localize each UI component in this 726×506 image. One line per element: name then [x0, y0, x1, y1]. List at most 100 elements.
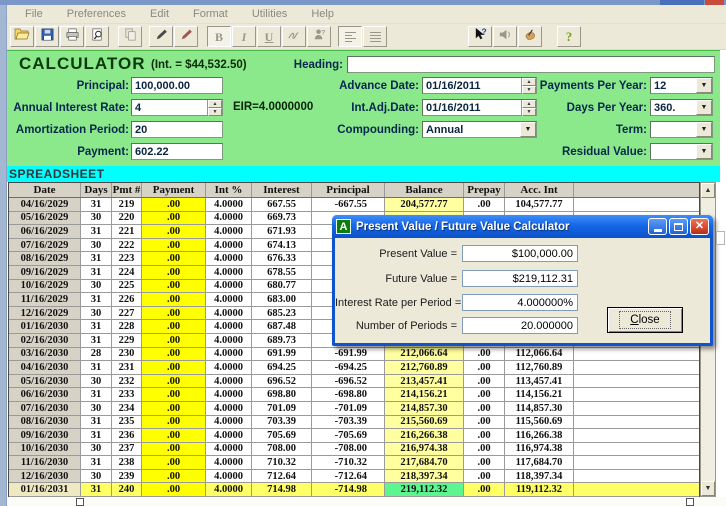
menu-item-preferences[interactable]: Preferences — [67, 8, 126, 20]
sign-hand-button[interactable] — [518, 26, 542, 47]
align-left-button[interactable] — [338, 26, 362, 47]
chevron-down-icon[interactable]: ▼ — [696, 100, 712, 115]
svg-text:?: ? — [481, 27, 486, 37]
user-help-button[interactable]: ? — [307, 26, 331, 47]
print-button[interactable] — [60, 26, 84, 47]
menu-item-edit[interactable]: Edit — [150, 8, 169, 20]
interest-rate-per-period-input[interactable] — [462, 294, 578, 311]
cell-principal: -701.09 — [312, 402, 385, 415]
chevron-down-icon[interactable]: ▼ — [696, 78, 712, 93]
term-dropdown[interactable]: ▼ — [650, 121, 713, 138]
menu-item-help[interactable]: Help — [311, 8, 334, 20]
minimize-button[interactable] — [648, 218, 667, 235]
chevron-down-icon[interactable]: ▼ — [696, 144, 712, 159]
announce-button[interactable] — [493, 26, 517, 47]
cell-interest: 701.09 — [252, 402, 312, 415]
edit-pencil-button[interactable] — [149, 26, 173, 47]
amortization-period-input[interactable] — [132, 122, 222, 137]
number-of-periods-input[interactable] — [462, 317, 578, 334]
draw-pencil-button[interactable] — [174, 26, 198, 47]
table-row[interactable]: 05/16/203030232.004.0000696.52-696.52213… — [9, 375, 699, 389]
cell-prepay: .00 — [464, 456, 505, 469]
cell-payment: .00 — [142, 212, 206, 225]
calculator-title: CALCULATOR — [19, 54, 145, 74]
table-row[interactable]: 07/16/203030234.004.0000701.09-701.09214… — [9, 402, 699, 416]
signature-button[interactable] — [282, 26, 306, 47]
payments-per-year-value: 12 — [651, 80, 696, 92]
interest-rate-spinner[interactable]: ▲▼ — [207, 100, 222, 115]
dialog-close-button[interactable]: ✕ — [690, 218, 709, 235]
cell-pmt: 238 — [112, 456, 142, 469]
days-per-year-dropdown[interactable]: 360. ▼ — [650, 99, 713, 116]
heading-label: Heading: — [255, 59, 343, 71]
cell-balance: 212,066.64 — [385, 348, 464, 361]
resize-handle[interactable] — [686, 498, 694, 506]
cell-filler — [574, 429, 699, 442]
term-label: Term: — [507, 124, 647, 136]
table-row[interactable]: 12/16/203030239.004.0000712.64-712.64218… — [9, 470, 699, 484]
cell-intpct: 4.0000 — [206, 416, 252, 429]
cell-filler — [574, 443, 699, 456]
future-value-input[interactable] — [462, 270, 578, 287]
table-row[interactable]: 01/16/203131240.004.0000714.98-714.98219… — [9, 483, 699, 497]
residual-value-dropdown[interactable]: ▼ — [650, 143, 713, 160]
dialog-titlebar[interactable]: A Present Value / Future Value Calculato… — [332, 215, 713, 238]
print-preview-button[interactable] — [85, 26, 109, 47]
cell-payment: .00 — [142, 293, 206, 306]
menu-item-format[interactable]: Format — [193, 8, 228, 20]
int-adj-date-label: Int.Adj.Date: — [287, 102, 419, 114]
cell-payment: .00 — [142, 239, 206, 252]
spinner-down-icon[interactable]: ▼ — [208, 108, 222, 116]
floppy-disk-icon — [40, 27, 55, 47]
close-button[interactable]: Close — [607, 307, 683, 333]
table-row[interactable]: 06/16/203031233.004.0000698.80-698.80214… — [9, 388, 699, 402]
compounding-value: Annual — [423, 124, 520, 136]
close-button-label: Close — [619, 311, 670, 329]
table-row[interactable]: 08/16/203031235.004.0000703.39-703.39215… — [9, 416, 699, 430]
table-row[interactable]: 11/16/203031238.004.0000710.32-710.32217… — [9, 456, 699, 470]
column-header-accint: Acc. Int — [505, 183, 574, 197]
open-file-button[interactable] — [10, 26, 34, 47]
principal-input[interactable] — [132, 78, 222, 93]
underline-button[interactable]: U — [257, 26, 281, 47]
table-row[interactable]: 04/16/203031231.004.0000694.25-694.25212… — [9, 361, 699, 375]
cell-prepay: .00 — [464, 361, 505, 374]
chevron-down-icon[interactable]: ▼ — [696, 122, 712, 137]
scroll-down-icon[interactable]: ▼ — [701, 481, 715, 496]
maximize-button[interactable] — [669, 218, 688, 235]
cell-balance: 215,560.69 — [385, 416, 464, 429]
cell-balance: 216,974.38 — [385, 443, 464, 456]
table-row[interactable]: 03/16/203028230.004.0000691.99-691.99212… — [9, 348, 699, 362]
heading-input[interactable] — [348, 57, 714, 72]
cell-date: 07/16/2030 — [9, 402, 81, 415]
help-button[interactable]: ? — [557, 26, 581, 47]
menu-item-utilities[interactable]: Utilities — [252, 8, 287, 20]
payment-input[interactable] — [132, 144, 222, 159]
spinner-up-icon[interactable]: ▲ — [208, 100, 222, 108]
cell-payment: .00 — [142, 375, 206, 388]
resize-handle[interactable] — [76, 498, 84, 506]
cell-days: 30 — [81, 307, 112, 320]
cell-payment: .00 — [142, 266, 206, 279]
cell-pmt: 220 — [112, 212, 142, 225]
copy-button[interactable] — [118, 26, 142, 47]
context-help-button[interactable]: ? — [468, 26, 492, 47]
present-value-input[interactable] — [462, 245, 578, 262]
cell-payment: .00 — [142, 416, 206, 429]
table-row[interactable]: 09/16/203031236.004.0000705.69-705.69216… — [9, 429, 699, 443]
cell-intpct: 4.0000 — [206, 198, 252, 211]
payments-per-year-dropdown[interactable]: 12 ▼ — [650, 77, 713, 94]
menu-item-file[interactable]: File — [25, 8, 43, 20]
table-row[interactable]: 10/16/203030237.004.0000708.00-708.00216… — [9, 443, 699, 457]
table-row[interactable]: 04/16/202931219.004.0000667.55-667.55204… — [9, 198, 699, 212]
scroll-up-icon[interactable]: ▲ — [701, 183, 715, 198]
save-button[interactable] — [35, 26, 59, 47]
cell-days: 30 — [81, 280, 112, 293]
bold-button[interactable]: B — [207, 26, 231, 47]
annual-interest-rate-input[interactable] — [132, 100, 207, 115]
cell-payment: .00 — [142, 252, 206, 265]
cell-principal: -703.39 — [312, 416, 385, 429]
italic-button[interactable]: I — [232, 26, 256, 47]
align-justify-button[interactable] — [363, 26, 387, 47]
cell-days: 30 — [81, 239, 112, 252]
